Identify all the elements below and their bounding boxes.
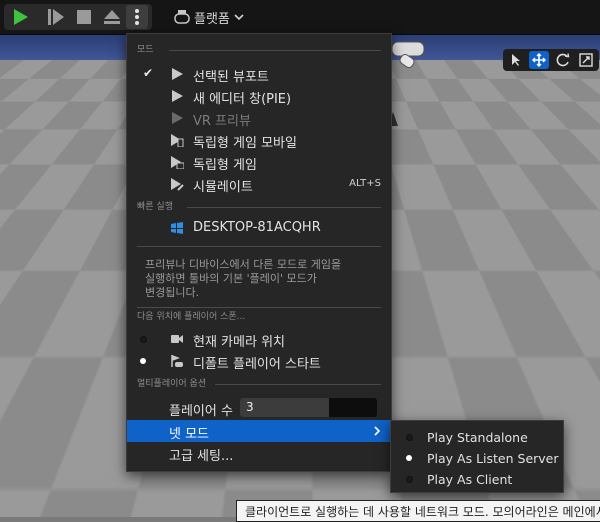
play-mode-info-note: 프리뷰나 디바이스에서 다른 모드로 게임을 실행하면 툴바의 기본 '플레이'… xyxy=(145,258,342,299)
menu-divider xyxy=(137,246,381,247)
rotate-mode-button[interactable] xyxy=(553,51,573,69)
play-controls xyxy=(4,4,152,30)
radio-indicator xyxy=(406,476,413,483)
menu-item-simulate[interactable]: 시뮬레이트 ALT+S xyxy=(127,173,391,195)
simulate-icon xyxy=(171,178,184,191)
radio-indicator xyxy=(140,358,146,364)
gamepad-icon xyxy=(174,10,190,24)
shortcut-label: ALT+S xyxy=(349,178,381,189)
chevron-right-icon xyxy=(374,426,381,436)
menu-item-advanced-settings[interactable]: 고급 세팅... xyxy=(127,442,391,464)
submenu-item-play-listen-server[interactable]: Play As Listen Server xyxy=(391,448,563,469)
menu-item-selected-viewport[interactable]: ✔ 선택된 뷰포트 xyxy=(127,63,391,85)
play-options-button[interactable] xyxy=(126,5,148,29)
play-triangle-icon xyxy=(172,90,183,102)
play-triangle-icon xyxy=(172,112,183,124)
scale-mode-button[interactable] xyxy=(576,51,596,69)
play-button[interactable] xyxy=(7,5,33,29)
radio-indicator xyxy=(406,455,412,461)
select-arrow-icon xyxy=(512,54,520,66)
net-mode-tooltip: 클라이언트로 실행하는 데 사용할 네트워크 모드. 모의어라인은 메인에서 .… xyxy=(236,500,600,522)
platform-dropdown[interactable]: 플랫폼 xyxy=(174,6,244,28)
play-icon xyxy=(14,9,28,25)
select-mode-button[interactable] xyxy=(506,51,526,69)
play-options-menu: 모드 ✔ 선택된 뷰포트 새 에디터 창(PIE) VR 프리뷰 독립형 게임 … xyxy=(126,33,392,472)
section-header-multiplayer: 멀티플레이어 옵션 xyxy=(127,377,391,391)
menu-item-spawn-player-start[interactable]: 디폴트 플레이어 스타트 xyxy=(127,350,391,372)
player-start-icon xyxy=(171,355,183,367)
frame-advance-button[interactable] xyxy=(43,5,69,29)
section-header-mode: 모드 xyxy=(127,43,391,57)
platform-label: 플랫폼 xyxy=(194,11,230,27)
windows-icon xyxy=(171,222,183,234)
rotate-icon xyxy=(556,53,570,67)
menu-item-spawn-camera[interactable]: 현재 카메라 위치 xyxy=(127,328,391,350)
camera-icon xyxy=(171,335,183,343)
menu-item-standalone-mobile[interactable]: 독립형 게임 모바일 xyxy=(127,129,391,151)
main-toolbar: 플랫폼 xyxy=(0,0,600,35)
stop-button[interactable] xyxy=(71,5,97,29)
move-icon xyxy=(532,53,546,67)
section-header-spawn: 다음 위치에 플레이어 스폰... xyxy=(137,312,246,322)
radio-indicator xyxy=(140,336,147,343)
menu-item-new-editor-window[interactable]: 새 에디터 창(PIE) xyxy=(127,85,391,107)
scene-object-icon xyxy=(391,41,425,69)
check-icon: ✔ xyxy=(143,66,154,80)
frame-skip-icon xyxy=(48,9,64,25)
mobile-play-icon xyxy=(171,134,184,147)
menu-item-vr-preview: VR 프리뷰 xyxy=(127,107,391,129)
submenu-item-play-standalone[interactable]: Play Standalone xyxy=(391,427,563,448)
viewport-transform-toolbar xyxy=(503,49,599,71)
menu-divider xyxy=(137,307,381,308)
kebab-icon xyxy=(135,9,139,25)
chevron-down-icon xyxy=(234,14,244,21)
eject-button[interactable] xyxy=(99,5,125,29)
menu-item-quick-launch-device[interactable]: DESKTOP-81ACQHR xyxy=(127,217,391,239)
move-mode-button[interactable] xyxy=(529,51,549,69)
stop-icon xyxy=(77,10,91,24)
section-header-quick-launch: 빠른 실행 xyxy=(127,200,391,214)
scale-icon xyxy=(579,53,593,67)
menu-item-net-mode[interactable]: 넷 모드 xyxy=(127,420,391,442)
submenu-item-play-client[interactable]: Play As Client xyxy=(391,469,563,490)
standalone-play-icon xyxy=(171,156,184,169)
eject-icon xyxy=(104,10,120,24)
player-start-actor-icon xyxy=(178,474,209,517)
play-triangle-icon xyxy=(172,68,183,80)
radio-indicator xyxy=(406,434,413,441)
number-of-players-input[interactable]: 3 xyxy=(240,398,377,417)
menu-item-standalone-game[interactable]: 독립형 게임 xyxy=(127,151,391,173)
net-mode-submenu: Play Standalone Play As Listen Server Pl… xyxy=(390,420,564,493)
